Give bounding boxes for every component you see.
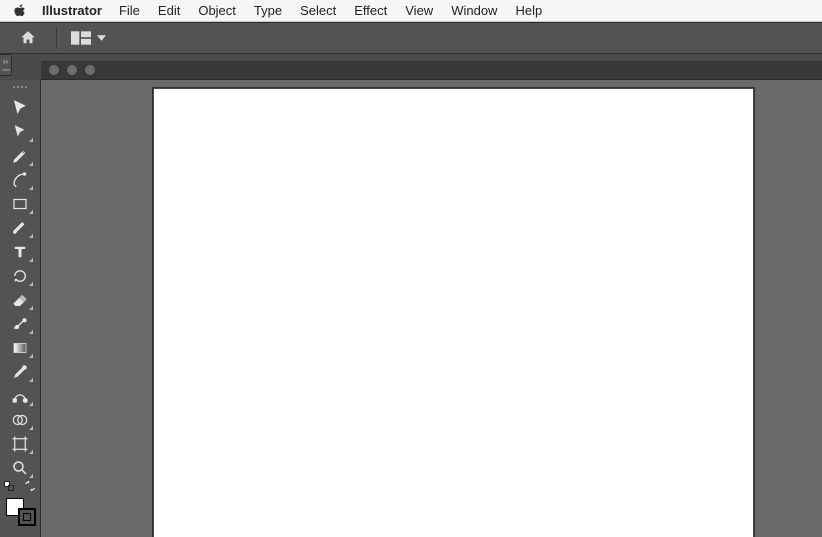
rectangle-tool[interactable] — [4, 192, 36, 216]
expand-chevrons-icon: ›› — [3, 59, 8, 65]
panel-grip[interactable] — [6, 86, 34, 90]
swap-default-colors[interactable] — [4, 480, 36, 492]
artboard-tool[interactable] — [4, 432, 36, 456]
menu-help[interactable]: Help — [506, 3, 551, 18]
menu-file[interactable]: File — [110, 3, 149, 18]
selection-tool[interactable] — [4, 96, 36, 120]
collapsed-panel-handle[interactable]: ›› — [0, 54, 12, 76]
menu-window[interactable]: Window — [442, 3, 506, 18]
tools-panel — [0, 80, 41, 537]
app-top-bar — [0, 22, 822, 54]
shape-builder-tool[interactable] — [4, 408, 36, 432]
stroke-swatch[interactable] — [18, 508, 36, 526]
eyedropper-tool[interactable] — [4, 360, 36, 384]
direct-selection-tool[interactable] — [4, 120, 36, 144]
menu-object[interactable]: Object — [189, 3, 245, 18]
paintbrush-tool[interactable] — [4, 216, 36, 240]
menu-effect[interactable]: Effect — [345, 3, 396, 18]
divider — [56, 27, 57, 49]
arrange-documents-button[interactable] — [71, 31, 106, 45]
width-tool[interactable] — [4, 312, 36, 336]
home-button[interactable] — [14, 26, 42, 50]
menu-view[interactable]: View — [396, 3, 442, 18]
document-tab-strip — [41, 61, 822, 80]
gradient-tool[interactable] — [4, 336, 36, 360]
apple-menu-icon[interactable] — [10, 4, 28, 18]
window-minimize-icon[interactable] — [67, 65, 77, 75]
zoom-tool[interactable] — [4, 456, 36, 480]
blend-tool[interactable] — [4, 384, 36, 408]
swap-colors-icon — [24, 480, 36, 492]
artboard[interactable] — [153, 88, 754, 537]
fill-stroke-swatches[interactable] — [4, 498, 36, 526]
rotate-tool[interactable] — [4, 264, 36, 288]
app-name[interactable]: Illustrator — [34, 3, 110, 18]
canvas-area[interactable] — [41, 80, 822, 537]
type-tool[interactable] — [4, 240, 36, 264]
menu-edit[interactable]: Edit — [149, 3, 189, 18]
window-zoom-icon[interactable] — [85, 65, 95, 75]
menu-select[interactable]: Select — [291, 3, 345, 18]
eraser-tool[interactable] — [4, 288, 36, 312]
chevron-down-icon — [97, 35, 106, 41]
menu-type[interactable]: Type — [245, 3, 291, 18]
curvature-tool[interactable] — [4, 168, 36, 192]
default-colors-icon — [4, 481, 14, 491]
window-close-icon[interactable] — [49, 65, 59, 75]
macos-menubar: Illustrator File Edit Object Type Select… — [0, 0, 822, 22]
pen-tool[interactable] — [4, 144, 36, 168]
